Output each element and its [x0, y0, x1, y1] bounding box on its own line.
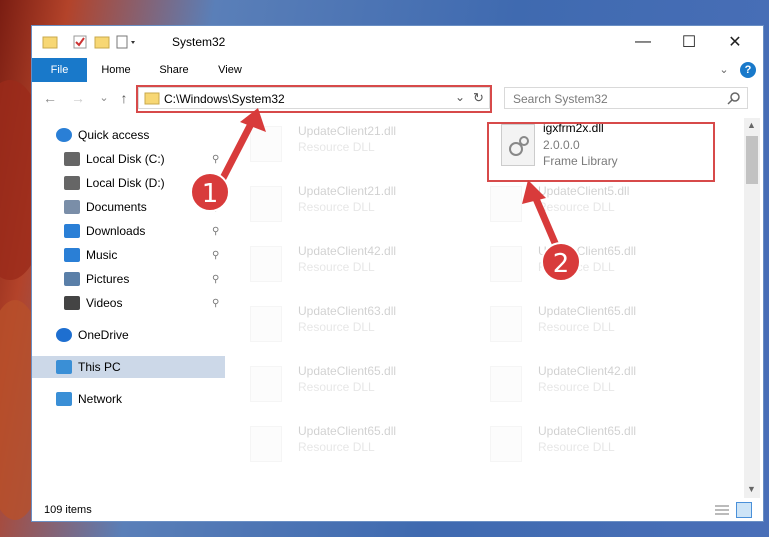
- step-2-badge: 2: [541, 242, 581, 282]
- arrow-annotation: [218, 108, 562, 252]
- step-1-badge: 1: [190, 172, 230, 212]
